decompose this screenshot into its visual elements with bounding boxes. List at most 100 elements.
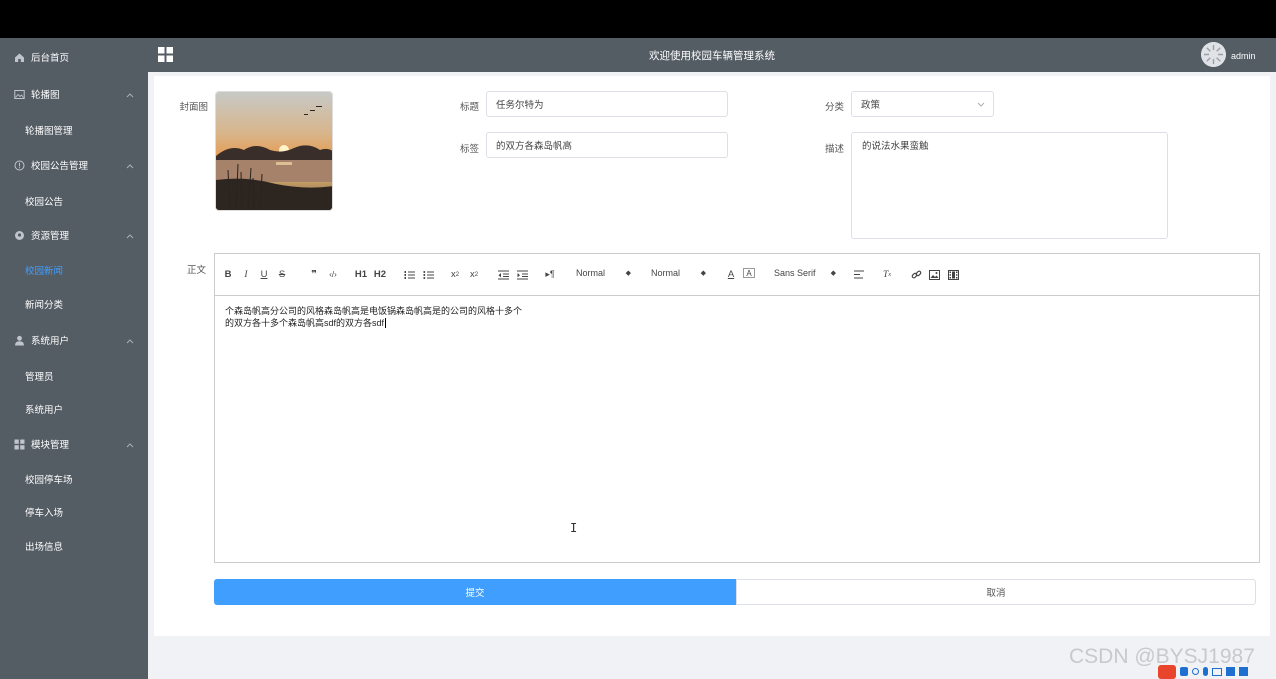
indent-icon[interactable] xyxy=(516,268,528,281)
picker-arrows-icon: ◆ xyxy=(625,270,631,277)
sidebar-item-system-user[interactable]: 系统用户 xyxy=(0,392,148,426)
title-label: 标题 xyxy=(459,102,479,113)
text-color-icon[interactable]: A xyxy=(725,268,737,281)
home-icon xyxy=(14,52,25,63)
screen-top-bar xyxy=(0,0,1276,38)
news-form-card: 封面图 标题 任务尔特为 标签 的双方各森岛帆高 分类 政策 描述 的说法水果蛮… xyxy=(154,76,1270,636)
sidebar-item-parking-lot[interactable]: 校园停车场 xyxy=(0,462,148,496)
editor-toolbar: B I U S ❞ ‹/› H1 H2 x2 x2 ▸¶ Normal ◆ No… xyxy=(215,254,1259,296)
sidebar-item-label: 校园停车场 xyxy=(25,475,73,486)
sidebar-group-system-user[interactable]: 系统用户 xyxy=(0,323,148,357)
input-method-icon[interactable] xyxy=(1158,664,1176,679)
sidebar-group-label: 系统用户 xyxy=(31,336,70,347)
chevron-up-icon xyxy=(126,90,134,101)
blockquote-icon[interactable]: ❞ xyxy=(308,268,320,281)
page-title: 欢迎使用校园车辆管理系统 xyxy=(649,50,775,62)
underline-button[interactable]: U xyxy=(259,268,269,281)
cancel-button[interactable]: 取消 xyxy=(736,579,1256,605)
align-icon[interactable] xyxy=(853,268,865,281)
text-caret xyxy=(385,318,387,328)
sidebar-item-notice[interactable]: 校园公告 xyxy=(0,184,148,218)
body-label: 正文 xyxy=(186,265,206,276)
sidebar-item-news-category[interactable]: 新闻分类 xyxy=(0,287,148,321)
sidebar-item-label: 轮播图管理 xyxy=(25,126,73,137)
bullet-list-icon[interactable] xyxy=(422,268,434,281)
tray-icon[interactable] xyxy=(1180,667,1188,676)
sidebar-item-exit-info[interactable]: 出场信息 xyxy=(0,529,148,563)
picker-arrows-icon: ◆ xyxy=(700,270,706,277)
main-content: 封面图 标题 任务尔特为 标签 的双方各森岛帆高 分类 政策 描述 的说法水果蛮… xyxy=(148,72,1276,679)
image-icon[interactable] xyxy=(928,268,940,281)
sidebar-item-label: 新闻分类 xyxy=(25,300,64,311)
background-color-icon[interactable]: A xyxy=(743,268,755,278)
tag-input[interactable]: 的双方各森岛帆高 xyxy=(486,132,728,158)
sidebar-item-label: 停车入场 xyxy=(25,508,64,519)
system-tray xyxy=(1158,664,1276,679)
strike-button[interactable]: S xyxy=(277,268,287,281)
chevron-up-icon xyxy=(126,161,134,172)
category-value: 政策 xyxy=(861,100,881,111)
category-select[interactable]: 政策 xyxy=(851,91,994,117)
cover-label: 封面图 xyxy=(179,102,208,113)
sidebar-item-home[interactable]: 后台首页 xyxy=(0,40,148,74)
username[interactable]: admin xyxy=(1231,51,1256,61)
picture-icon xyxy=(14,89,25,100)
sidebar-group-label: 校园公告管理 xyxy=(31,161,89,172)
tag-label: 标签 xyxy=(459,144,479,155)
bold-button[interactable]: B xyxy=(223,268,233,281)
size-picker[interactable]: Normal ◆ xyxy=(576,268,631,281)
avatar[interactable] xyxy=(1201,42,1226,67)
sidebar: 后台首页 轮播图 轮播图管理 校园公告管理 校园公告 资源管理 校园新闻 新闻分… xyxy=(0,38,148,679)
header1-button[interactable]: H1 xyxy=(354,268,368,281)
sidebar-group-notice[interactable]: 校园公告管理 xyxy=(0,148,148,182)
microphone-icon[interactable] xyxy=(1203,667,1208,676)
keyboard-icon[interactable] xyxy=(1212,667,1222,676)
ordered-list-icon[interactable] xyxy=(403,268,415,281)
header-picker[interactable]: Normal ◆ xyxy=(651,268,706,281)
font-picker-value: Sans Serif xyxy=(774,268,816,278)
info-icon xyxy=(14,160,25,171)
clear-format-icon[interactable]: Tx xyxy=(881,268,893,281)
italic-button[interactable]: I xyxy=(241,268,251,281)
submit-button[interactable]: 提交 xyxy=(214,579,736,605)
sidebar-group-label: 轮播图 xyxy=(31,90,60,101)
font-picker[interactable]: Sans Serif ◆ xyxy=(774,268,836,281)
text-cursor-icon: I xyxy=(570,521,578,535)
category-label: 分类 xyxy=(824,102,844,113)
size-picker-value: Normal xyxy=(576,268,606,278)
tray-icon[interactable] xyxy=(1192,668,1199,675)
chevron-down-icon xyxy=(977,100,985,111)
sidebar-item-admin[interactable]: 管理员 xyxy=(0,359,148,393)
sidebar-group-module[interactable]: 模块管理 xyxy=(0,427,148,461)
chevron-up-icon xyxy=(126,440,134,451)
text-direction-icon[interactable]: ▸¶ xyxy=(544,268,556,281)
grid-icon xyxy=(14,439,25,450)
editor-line: 个森岛帆高分公司的风格森岛帆高是电饭锅森岛帆高是的公司的风格十多个 xyxy=(225,306,523,316)
outdent-icon[interactable] xyxy=(497,268,509,281)
cover-image-upload[interactable] xyxy=(215,91,333,211)
sidebar-item-label: 出场信息 xyxy=(25,542,64,553)
sidebar-item-carousel-manage[interactable]: 轮播图管理 xyxy=(0,113,148,147)
video-icon[interactable] xyxy=(947,268,959,281)
code-block-icon[interactable]: ‹/› xyxy=(326,268,340,281)
shirt-icon[interactable] xyxy=(1226,667,1235,676)
editor-line: 的双方各十多个森岛帆高sdf的双方各sdf xyxy=(225,317,1249,329)
sidebar-item-label: 校园公告 xyxy=(25,197,64,208)
grid-icon[interactable] xyxy=(1239,667,1248,676)
sidebar-group-resource[interactable]: 资源管理 xyxy=(0,218,148,252)
header2-button[interactable]: H2 xyxy=(373,268,387,281)
sidebar-item-label: 管理员 xyxy=(25,372,54,383)
description-label: 描述 xyxy=(824,144,844,155)
location-icon xyxy=(14,230,25,241)
sidebar-item-parking-entry[interactable]: 停车入场 xyxy=(0,495,148,529)
sidebar-group-label: 模块管理 xyxy=(31,440,70,451)
subscript-icon[interactable]: x2 xyxy=(449,268,461,281)
sidebar-group-carousel[interactable]: 轮播图 xyxy=(0,77,148,111)
superscript-icon[interactable]: x2 xyxy=(468,268,480,281)
description-textarea[interactable]: 的说法水果蛮触 xyxy=(851,132,1168,239)
title-input[interactable]: 任务尔特为 xyxy=(486,91,728,117)
editor-content[interactable]: 个森岛帆高分公司的风格森岛帆高是电饭锅森岛帆高是的公司的风格十多个 的双方各十多… xyxy=(215,297,1259,562)
sidebar-item-campus-news[interactable]: 校园新闻 xyxy=(0,253,148,287)
link-icon[interactable] xyxy=(910,268,922,281)
rich-text-editor: B I U S ❞ ‹/› H1 H2 x2 x2 ▸¶ Normal ◆ No… xyxy=(214,253,1260,563)
